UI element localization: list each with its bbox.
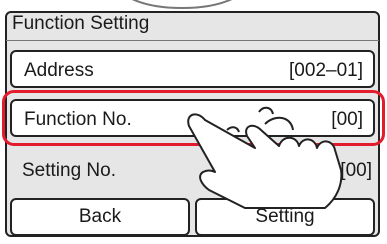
page-title: Function Setting <box>12 13 150 34</box>
address-row[interactable]: Address [002–01] <box>10 50 375 88</box>
address-label: Address <box>24 60 94 81</box>
hand-pointer-icon <box>175 100 355 210</box>
address-value: [002–01] <box>289 60 363 81</box>
function-no-label: Function No. <box>24 109 132 130</box>
back-button[interactable]: Back <box>10 198 190 236</box>
previous-screen-fragment <box>112 0 252 10</box>
setting-no-label: Setting No. <box>22 160 116 181</box>
title-divider <box>6 40 379 41</box>
